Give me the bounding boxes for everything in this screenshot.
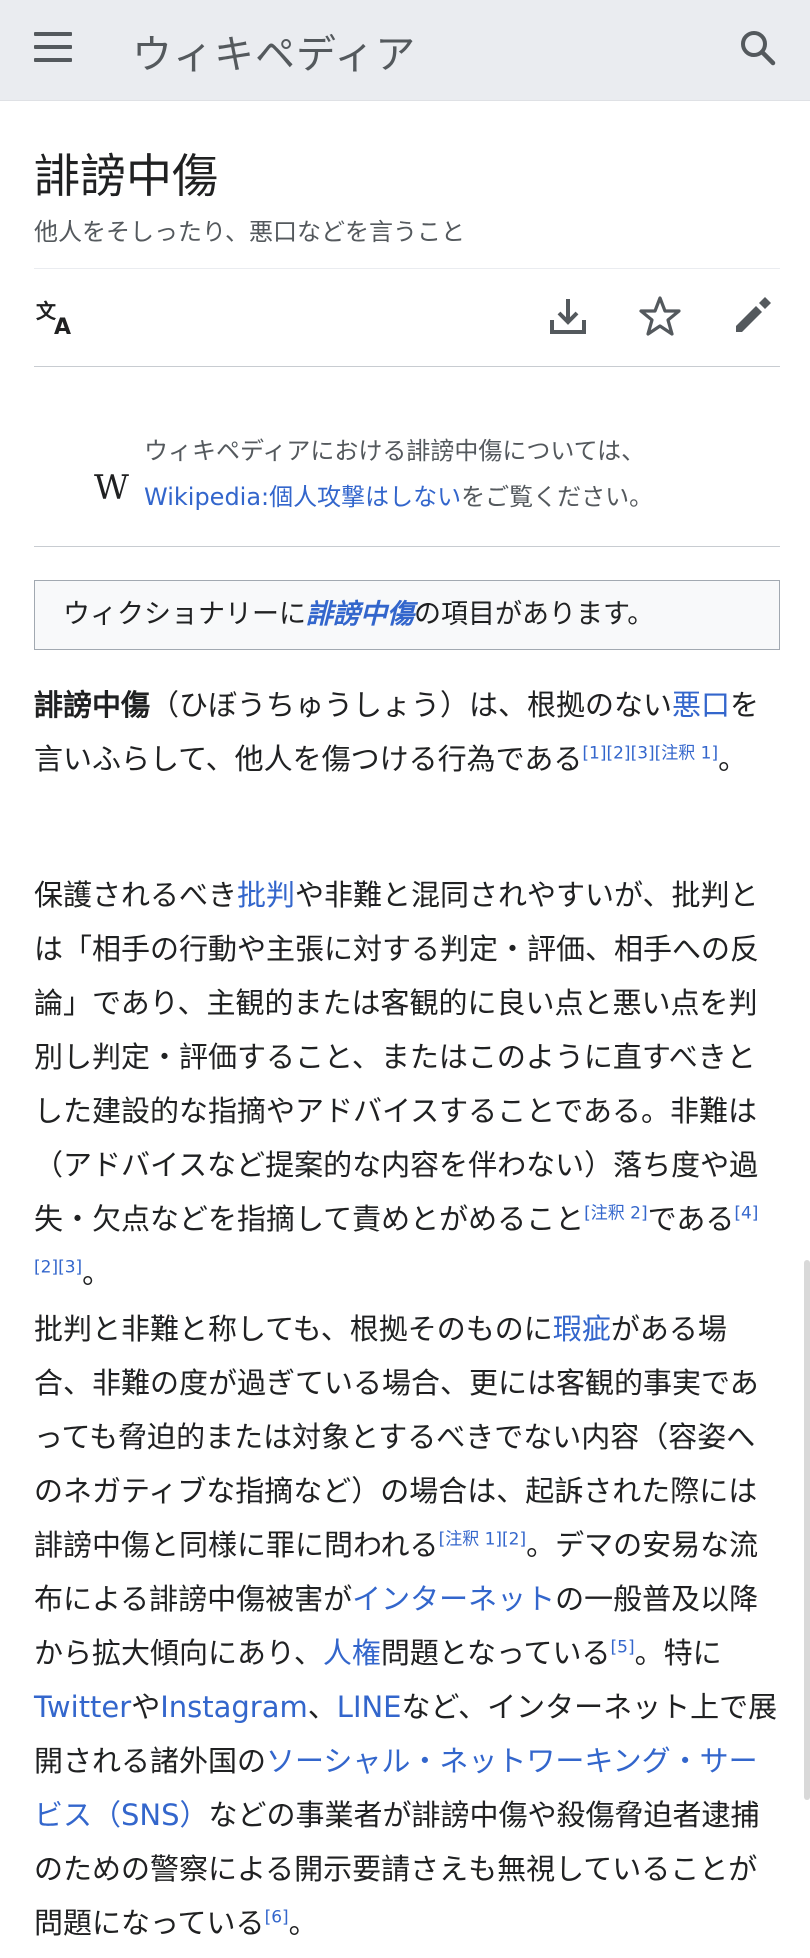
reference-link[interactable]: [6] xyxy=(265,1907,289,1927)
divider xyxy=(34,366,780,367)
reference-link[interactable]: [5] xyxy=(611,1637,635,1657)
edit-icon[interactable] xyxy=(730,294,774,338)
page-subtitle: 他人をそしったり、悪口などを言うこと xyxy=(34,218,466,246)
wiktionary-link[interactable]: 誹謗中傷 xyxy=(306,599,414,630)
top-header: ウィキペディア xyxy=(0,0,810,101)
wiktionary-text: ウィクショナリーに誹謗中傷の項目があります。 xyxy=(63,599,655,630)
wiktionary-box: ウィクショナリーに誹謗中傷の項目があります。 xyxy=(34,580,780,650)
site-wordmark[interactable]: ウィキペディア xyxy=(132,22,416,80)
link-kashi[interactable]: 瑕疵 xyxy=(553,1312,611,1346)
link-line[interactable]: LINE xyxy=(337,1690,402,1724)
link-twitter[interactable]: Twitter xyxy=(34,1690,131,1724)
reference-link[interactable]: [1][2][3][注釈 1] xyxy=(582,743,718,763)
wikipedia-logo-icon: W xyxy=(94,468,129,508)
paragraph-1: 誹謗中傷（ひぼうちゅうしょう）は、根拠のない悪口を言いふらして、他人を傷つける行… xyxy=(34,688,760,776)
search-icon[interactable] xyxy=(738,28,778,68)
link-hihan[interactable]: 批判 xyxy=(237,878,295,912)
language-icon[interactable]: 文 A xyxy=(34,294,78,338)
paragraph-3: 批判と非難と称しても、根拠そのものに瑕疵がある場合、非難の度が過ぎている場合、更… xyxy=(34,1312,778,1940)
scrollbar[interactable] xyxy=(804,1260,810,1800)
page-title: 誹謗中傷 xyxy=(34,149,218,203)
paragraph-2: 保護されるべき批判や非難と混同されやすいが、批判とは「相手の行動や主張に対する判… xyxy=(34,878,760,1290)
reference-link[interactable]: [注釈 1][2] xyxy=(439,1529,527,1549)
link-waruguchi[interactable]: 悪口 xyxy=(672,688,730,722)
download-icon[interactable] xyxy=(546,294,590,338)
hatnote: W ウィキペディアにおける誹謗中傷については、 Wikipedia:個人攻撃はし… xyxy=(34,410,780,530)
hatnote-text: ウィキペディアにおける誹謗中傷については、 Wikipedia:個人攻撃はしない… xyxy=(144,437,654,511)
menu-icon[interactable] xyxy=(34,32,72,62)
reference-link[interactable]: [注釈 2] xyxy=(584,1203,647,1223)
divider xyxy=(34,546,780,547)
link-internet[interactable]: インターネット xyxy=(352,1582,555,1616)
hatnote-link[interactable]: Wikipedia:個人攻撃はしない xyxy=(144,483,461,511)
star-icon[interactable] xyxy=(638,294,682,338)
link-jinken[interactable]: 人権 xyxy=(323,1636,381,1670)
divider xyxy=(34,268,780,269)
svg-text:A: A xyxy=(54,315,71,338)
link-instagram[interactable]: Instagram xyxy=(160,1690,308,1724)
